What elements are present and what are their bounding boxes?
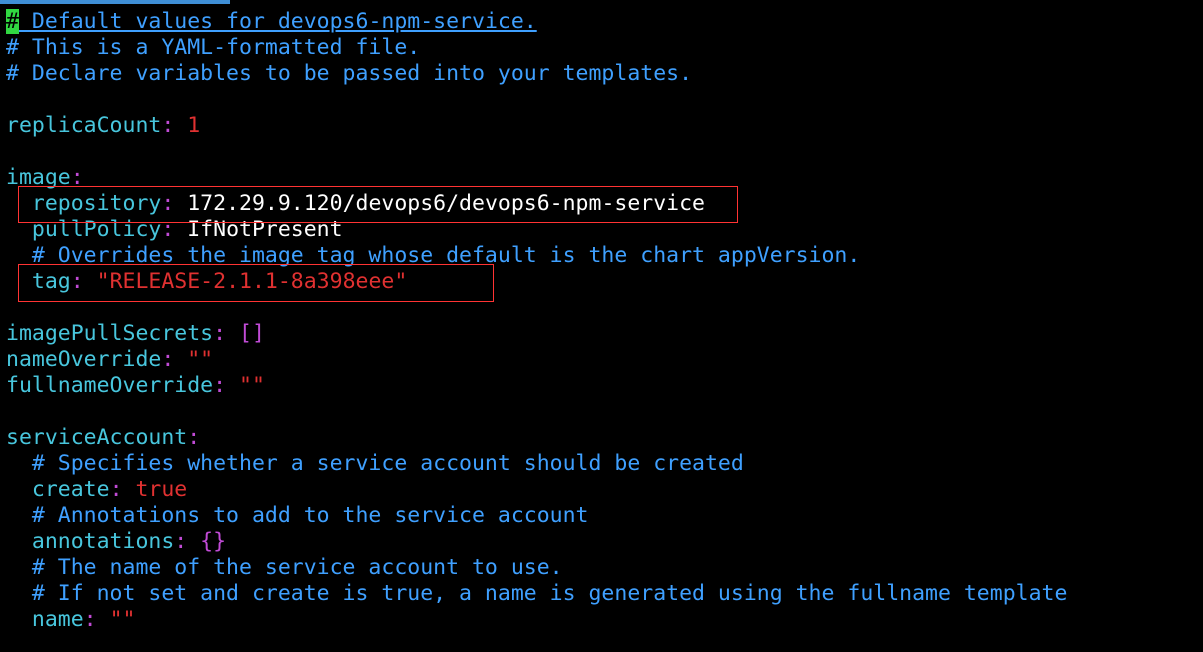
editor-line: nameOverride: "" xyxy=(6,347,1203,373)
comment-text: # Declare variables to be passed into yo… xyxy=(6,61,693,86)
comment-text: Default values for devops6-npm-service. xyxy=(18,9,537,34)
top-accent-bar xyxy=(0,0,230,4)
yaml-colon: : xyxy=(174,529,201,554)
editor-line: imagePullSecrets: [] xyxy=(6,321,1203,347)
comment-text: # The name of the service account to use… xyxy=(31,555,563,580)
yaml-key: create xyxy=(31,477,110,502)
yaml-key: replicaCount xyxy=(6,113,162,138)
yaml-colon: : xyxy=(213,373,239,398)
yaml-value: true xyxy=(135,477,188,502)
tag-highlight-box xyxy=(18,264,494,302)
comment-text: # If not set and create is true, a name … xyxy=(31,581,1068,606)
editor-line: annotations: {} xyxy=(6,529,1203,555)
yaml-key: nameOverride xyxy=(6,347,162,372)
terminal-window[interactable]: # Default values for devops6-npm-service… xyxy=(0,0,1203,652)
yaml-value: [] xyxy=(239,321,265,346)
yaml-key: imagePullSecrets xyxy=(6,321,214,346)
editor-line: create: true xyxy=(6,477,1203,503)
yaml-value: "" xyxy=(239,373,265,398)
editor-line: name: "" xyxy=(6,607,1203,633)
yaml-key: fullnameOverride xyxy=(6,373,214,398)
editor-line: # Declare variables to be passed into yo… xyxy=(6,61,1203,87)
editor-line-blank xyxy=(6,399,1203,425)
comment-text: # Specifies whether a service account sh… xyxy=(31,451,744,476)
yaml-colon: : xyxy=(213,321,239,346)
yaml-value: 1 xyxy=(187,113,201,138)
editor-line: # Annotations to add to the service acco… xyxy=(6,503,1203,529)
editor-line: # Default values for devops6-npm-service… xyxy=(6,9,1203,35)
yaml-colon: : xyxy=(161,113,188,138)
yaml-editor[interactable]: # Default values for devops6-npm-service… xyxy=(6,9,1203,633)
yaml-key: annotations xyxy=(31,529,175,554)
editor-line: # The name of the service account to use… xyxy=(6,555,1203,581)
editor-line: # Specifies whether a service account sh… xyxy=(6,451,1203,477)
editor-line: # If not set and create is true, a name … xyxy=(6,581,1203,607)
editor-line: fullnameOverride: "" xyxy=(6,373,1203,399)
comment-text: # Annotations to add to the service acco… xyxy=(31,503,589,528)
yaml-colon: : xyxy=(187,425,201,450)
yaml-key: serviceAccount xyxy=(6,425,188,450)
editor-line: replicaCount: 1 xyxy=(6,113,1203,139)
editor-line-blank xyxy=(6,139,1203,165)
yaml-value: "" xyxy=(109,607,136,632)
yaml-key: name xyxy=(31,607,84,632)
editor-line: # This is a YAML-formatted file. xyxy=(6,35,1203,61)
yaml-colon: : xyxy=(161,347,188,372)
yaml-value: "" xyxy=(187,347,214,372)
comment-text: # This is a YAML-formatted file. xyxy=(6,35,421,60)
repository-highlight-box xyxy=(18,186,738,223)
yaml-colon: : xyxy=(109,477,136,502)
editor-line: serviceAccount: xyxy=(6,425,1203,451)
yaml-value: {} xyxy=(200,529,227,554)
yaml-colon: : xyxy=(83,607,110,632)
text-cursor: # xyxy=(6,9,19,34)
editor-line-blank xyxy=(6,87,1203,113)
